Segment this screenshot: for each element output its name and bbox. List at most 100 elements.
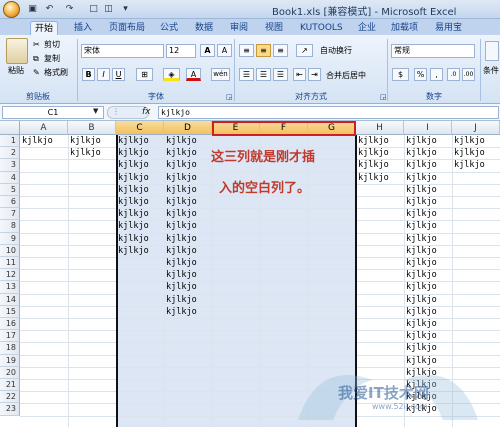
- row-header-12[interactable]: 12: [0, 269, 20, 282]
- row-header-17[interactable]: 17: [0, 330, 20, 343]
- row-header-7[interactable]: 7: [0, 208, 20, 221]
- cell-h4[interactable]: kjlkjo: [358, 172, 403, 184]
- row-header-13[interactable]: 13: [0, 281, 20, 294]
- column-header-h[interactable]: H: [356, 121, 404, 135]
- formula-input[interactable]: kjlkjo: [158, 106, 499, 119]
- cell-d3[interactable]: kjlkjo: [166, 159, 211, 171]
- row-header-14[interactable]: 14: [0, 293, 20, 306]
- cell-d15[interactable]: kjlkjo: [166, 306, 211, 318]
- column-header-i[interactable]: I: [404, 121, 452, 135]
- alignment-dialog-launcher-icon[interactable]: ◲: [380, 93, 387, 101]
- cell-i23[interactable]: kjlkjo: [406, 403, 451, 415]
- cell-d12[interactable]: kjlkjo: [166, 269, 211, 281]
- conditional-format-button[interactable]: 条件: [483, 65, 500, 76]
- tab-view[interactable]: 视图: [261, 21, 287, 35]
- decrease-decimal-icon[interactable]: .00: [462, 68, 475, 81]
- tab-insert[interactable]: 插入: [70, 21, 96, 35]
- row-header-20[interactable]: 20: [0, 366, 20, 379]
- new-file-icon[interactable]: □: [88, 4, 99, 15]
- cell-i1[interactable]: kjlkjo: [406, 135, 451, 147]
- cell-i14[interactable]: kjlkjo: [406, 294, 451, 306]
- column-header-a[interactable]: A: [20, 121, 68, 135]
- align-center-icon[interactable]: ☰: [256, 68, 271, 81]
- copy-icon[interactable]: ⧉: [33, 53, 39, 64]
- cell-d5[interactable]: kjlkjo: [166, 184, 211, 196]
- column-header-c[interactable]: C: [116, 121, 164, 135]
- cell-i22[interactable]: kjlkjo: [406, 391, 451, 403]
- row-header-4[interactable]: 4: [0, 171, 20, 184]
- row-header-6[interactable]: 6: [0, 196, 20, 209]
- number-format-select[interactable]: 常规: [391, 44, 475, 58]
- cell-d9[interactable]: kjlkjo: [166, 233, 211, 245]
- column-header-b[interactable]: B: [68, 121, 116, 135]
- row-header-5[interactable]: 5: [0, 183, 20, 196]
- cell-b1[interactable]: kjlkjo: [70, 135, 115, 147]
- cell-d8[interactable]: kjlkjo: [166, 220, 211, 232]
- cell-i11[interactable]: kjlkjo: [406, 257, 451, 269]
- copy-button[interactable]: 复制: [44, 53, 60, 64]
- percent-button[interactable]: %: [414, 68, 427, 81]
- align-bottom-icon[interactable]: ≡: [273, 44, 288, 57]
- orientation-icon[interactable]: ↗: [296, 44, 313, 57]
- name-box[interactable]: C1: [2, 106, 104, 119]
- cell-d2[interactable]: kjlkjo: [166, 147, 211, 159]
- tab-enterprise[interactable]: 企业: [354, 21, 380, 35]
- cell-i10[interactable]: kjlkjo: [406, 245, 451, 257]
- cell-a1[interactable]: kjlkjo: [22, 135, 67, 147]
- cell-i17[interactable]: kjlkjo: [406, 330, 451, 342]
- cell-i6[interactable]: kjlkjo: [406, 196, 451, 208]
- cell-i12[interactable]: kjlkjo: [406, 269, 451, 281]
- cell-i4[interactable]: kjlkjo: [406, 172, 451, 184]
- cell-c10[interactable]: kjlkjo: [118, 245, 163, 257]
- cell-i3[interactable]: kjlkjo: [406, 159, 451, 171]
- cell-c1[interactable]: kjlkjo: [118, 135, 163, 147]
- cell-i7[interactable]: kjlkjo: [406, 208, 451, 220]
- column-header-j[interactable]: J: [452, 121, 500, 135]
- currency-icon[interactable]: $: [392, 68, 409, 81]
- row-header-18[interactable]: 18: [0, 342, 20, 355]
- row-header-3[interactable]: 3: [0, 159, 20, 172]
- cell-i19[interactable]: kjlkjo: [406, 355, 451, 367]
- redo-icon[interactable]: ↷: [64, 4, 75, 15]
- format-painter-button[interactable]: 格式刷: [44, 67, 68, 78]
- font-name-select[interactable]: 宋体: [81, 44, 164, 58]
- cell-d14[interactable]: kjlkjo: [166, 294, 211, 306]
- resize-dots-icon[interactable]: ⋮: [112, 107, 120, 116]
- cell-i18[interactable]: kjlkjo: [406, 342, 451, 354]
- cell-d6[interactable]: kjlkjo: [166, 196, 211, 208]
- cell-c8[interactable]: kjlkjo: [118, 220, 163, 232]
- comma-button[interactable]: ,: [430, 68, 443, 81]
- cell-i21[interactable]: kjlkjo: [406, 379, 451, 391]
- increase-indent-icon[interactable]: ⇥: [308, 68, 321, 81]
- cell-c5[interactable]: kjlkjo: [118, 184, 163, 196]
- save-icon[interactable]: ▣: [27, 4, 38, 15]
- merge-center-button[interactable]: 合并后居中: [326, 70, 366, 81]
- cell-j2[interactable]: kjlkjo: [454, 147, 499, 159]
- font-size-select[interactable]: 12: [166, 44, 196, 58]
- bold-button[interactable]: B: [82, 68, 95, 81]
- row-header-9[interactable]: 9: [0, 232, 20, 245]
- office-button[interactable]: [3, 1, 20, 18]
- row-header-1[interactable]: 1: [0, 135, 20, 148]
- row-header-10[interactable]: 10: [0, 244, 20, 257]
- italic-button[interactable]: I: [97, 68, 110, 81]
- tab-addins[interactable]: 加载项: [387, 21, 422, 35]
- shrink-font-button[interactable]: A: [217, 44, 232, 57]
- cell-c2[interactable]: kjlkjo: [118, 147, 163, 159]
- tab-data[interactable]: 数据: [191, 21, 217, 35]
- cell-d10[interactable]: kjlkjo: [166, 245, 211, 257]
- increase-decimal-icon[interactable]: .0: [447, 68, 460, 81]
- tab-home[interactable]: 开始: [30, 21, 59, 35]
- cell-c9[interactable]: kjlkjo: [118, 233, 163, 245]
- cell-i2[interactable]: kjlkjo: [406, 147, 451, 159]
- row-header-15[interactable]: 15: [0, 305, 20, 318]
- cell-d1[interactable]: kjlkjo: [166, 135, 211, 147]
- cell-c7[interactable]: kjlkjo: [118, 208, 163, 220]
- name-box-dropdown-icon[interactable]: ▼: [93, 107, 98, 115]
- cell-h2[interactable]: kjlkjo: [358, 147, 403, 159]
- cell-d4[interactable]: kjlkjo: [166, 172, 211, 184]
- row-header-19[interactable]: 19: [0, 354, 20, 367]
- row-header-23[interactable]: 23: [0, 403, 20, 416]
- font-color-button[interactable]: A: [186, 68, 201, 81]
- align-right-icon[interactable]: ☰: [273, 68, 288, 81]
